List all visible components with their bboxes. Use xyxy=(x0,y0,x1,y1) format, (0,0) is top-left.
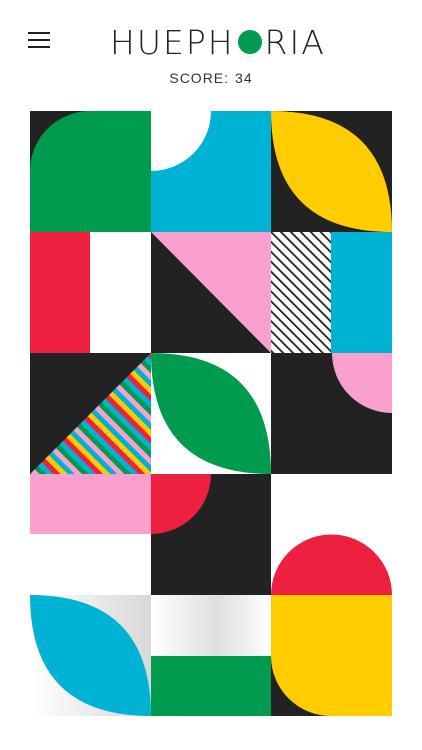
tile-r3-c1[interactable] xyxy=(30,353,151,474)
tile-r1-c1[interactable] xyxy=(30,111,151,232)
tile-r4-c1[interactable] xyxy=(30,474,151,595)
tile-r1-c2[interactable] xyxy=(151,111,271,232)
hamburger-menu-icon[interactable] xyxy=(28,32,52,50)
score-display: SCORE: 34 xyxy=(0,70,422,86)
logo-text-right: RIA xyxy=(264,22,326,62)
app-logo: HUEPH RIA xyxy=(110,22,324,62)
puzzle-board xyxy=(30,111,392,716)
tile-r5-c2[interactable] xyxy=(151,595,271,716)
tile-r2-c3[interactable] xyxy=(271,232,392,353)
tile-r3-c3[interactable] xyxy=(271,353,392,474)
tile-r5-c3[interactable] xyxy=(271,595,392,716)
menu-line xyxy=(28,32,50,34)
logo-text-left: HUEPH xyxy=(110,22,235,62)
tile-r2-c2[interactable] xyxy=(151,232,271,353)
tile-r2-c1[interactable] xyxy=(30,232,151,353)
menu-line xyxy=(28,46,50,48)
tile-r4-c3[interactable] xyxy=(271,474,392,595)
game-screen: HUEPH RIA SCORE: 34 xyxy=(0,0,422,750)
tile-r3-c2[interactable] xyxy=(151,353,271,474)
puzzle-board-svg xyxy=(30,111,392,716)
tile-r1-c3[interactable] xyxy=(271,111,392,232)
score-label: SCORE: xyxy=(169,70,230,86)
green-circle-icon xyxy=(237,30,262,54)
tile-r5-c1[interactable] xyxy=(30,595,151,716)
tile-r4-c2[interactable] xyxy=(151,474,271,595)
score-value: 34 xyxy=(235,70,253,86)
menu-line xyxy=(28,39,50,41)
